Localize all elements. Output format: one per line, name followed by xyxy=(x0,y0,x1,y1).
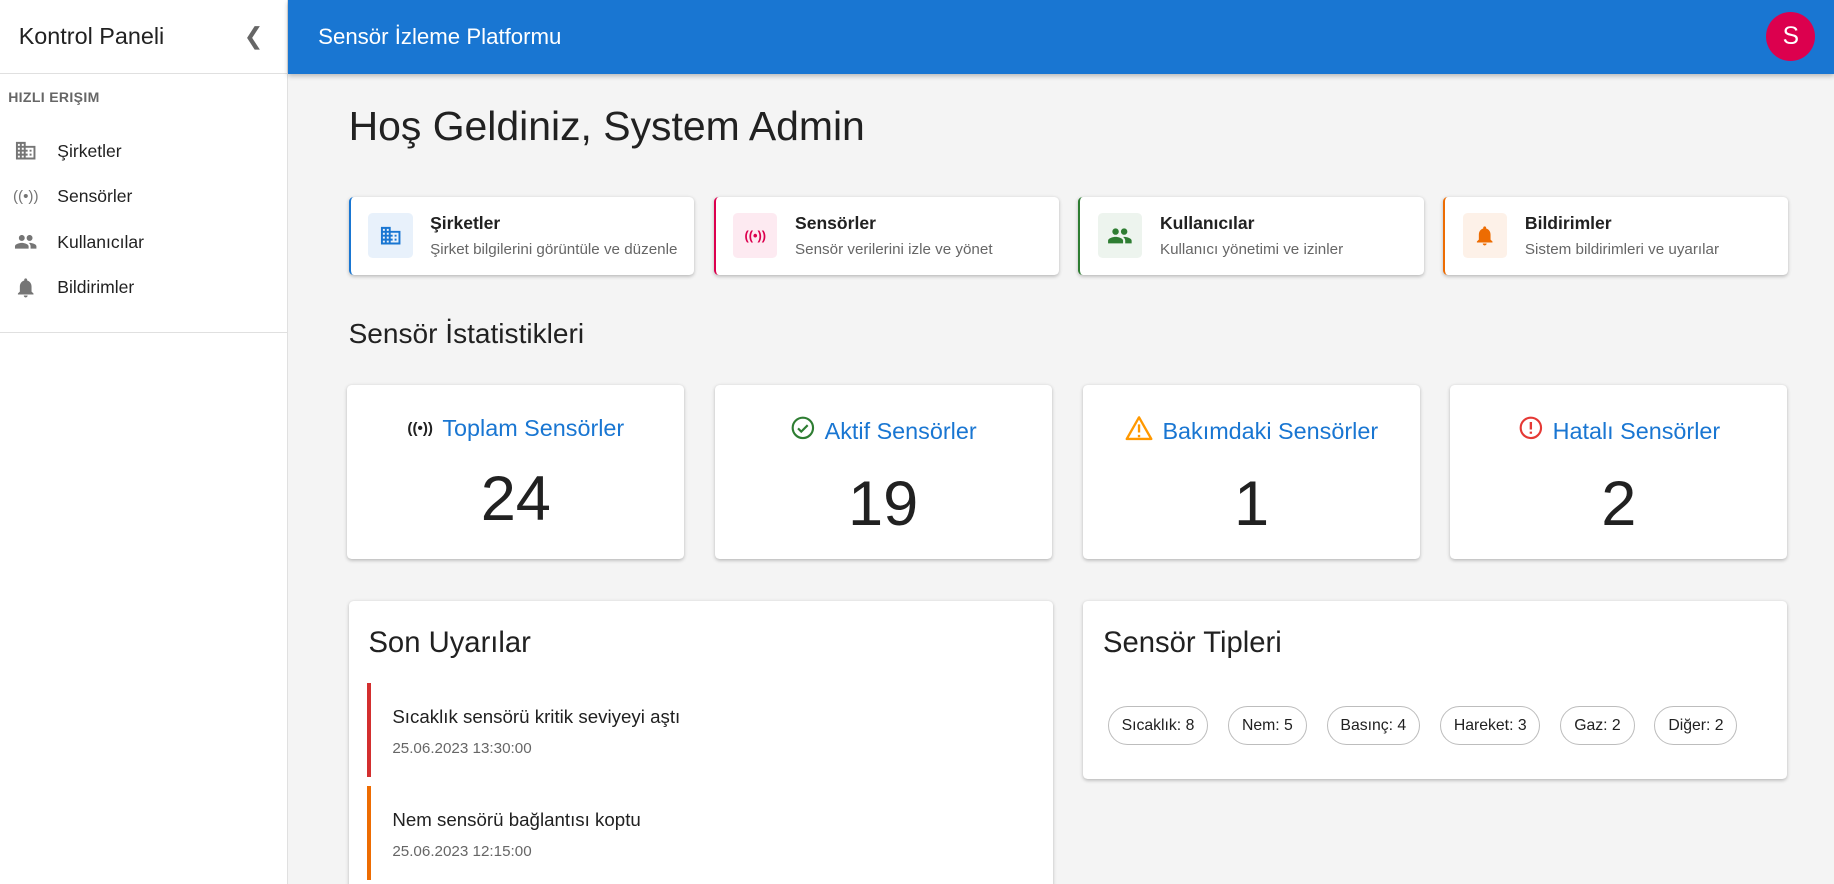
sidebar-item-companies[interactable]: Şirketler xyxy=(0,128,287,174)
sidebar: Kontrol Paneli ❮ HIZLI ERIŞIM Şirketler … xyxy=(0,0,288,884)
warning-icon xyxy=(1125,415,1153,447)
alert-text: Nem sensörü bağlantısı koptu xyxy=(392,809,641,831)
check-circle-icon xyxy=(790,415,816,447)
alert-item[interactable]: Sıcaklık sensörü kritik seviyeyi aştı 25… xyxy=(367,683,1022,777)
building-icon xyxy=(368,213,413,258)
quick-card-companies[interactable]: Şirketler Şirket bilgilerini görüntüle ve… xyxy=(348,196,694,275)
sidebar-header: Kontrol Paneli ❮ xyxy=(0,0,287,74)
alert-date: 25.06.2023 13:30:00 xyxy=(392,740,532,758)
recent-alerts-card: Son Uyarılar Sıcaklık sensörü kritik sev… xyxy=(348,601,1053,884)
chevron-left-icon[interactable]: ❮ xyxy=(244,22,264,50)
chip-humidity[interactable]: Nem: 5 xyxy=(1228,706,1307,746)
quick-card-title: Bildirimler xyxy=(1524,213,1612,234)
app-bar: Sensör İzleme Platformu S xyxy=(287,0,1834,74)
error-icon xyxy=(1518,415,1544,447)
sidebar-item-users[interactable]: Kullanıcılar xyxy=(0,220,287,266)
stat-card-total: ((•)) Toplam Sensörler 24 xyxy=(347,384,685,560)
sensor-type-chips: Sıcaklık: 8 Nem: 5 Basınç: 4 Hareket: 3 … xyxy=(1107,706,1738,746)
sidebar-item-label: Kullanıcılar xyxy=(57,231,145,252)
people-icon xyxy=(14,229,37,255)
chip-gas[interactable]: Gaz: 2 xyxy=(1560,706,1635,746)
sidebar-item-notifications[interactable]: Bildirimler xyxy=(0,265,287,311)
stat-label: Toplam Sensörler xyxy=(442,415,625,442)
sidebar-item-label: Şirketler xyxy=(57,140,122,161)
building-icon xyxy=(14,139,37,162)
sidebar-item-label: Bildirimler xyxy=(57,277,135,298)
quick-card-desc: Kullanıcı yönetimi ve izinler xyxy=(1159,241,1344,259)
stat-card-faulty: Hatalı Sensörler 2 xyxy=(1450,384,1788,560)
quick-card-notifications[interactable]: Bildirimler Sistem bildirimleri ve uyarıl… xyxy=(1443,196,1789,275)
bell-icon xyxy=(1462,213,1508,258)
sidebar-item-sensors[interactable]: ((•)) Sensörler xyxy=(0,174,287,220)
alert-text: Sıcaklık sensörü kritik seviyeyi aştı xyxy=(392,706,681,728)
quick-card-users[interactable]: Kullanıcılar Kullanıcı yönetimi ve izinle… xyxy=(1078,196,1424,275)
stat-value: 24 xyxy=(480,464,551,535)
sidebar-title: Kontrol Paneli xyxy=(18,22,165,49)
quick-card-desc: Sistem bildirimleri ve uyarılar xyxy=(1524,241,1720,259)
stat-label: Aktif Sensörler xyxy=(824,417,977,444)
stat-card-active: Aktif Sensörler 19 xyxy=(714,384,1052,560)
app-title: Sensör İzleme Platformu xyxy=(318,23,562,49)
chip-motion[interactable]: Hareket: 3 xyxy=(1439,706,1541,746)
quick-card-desc: Sensör verilerini izle ve yönet xyxy=(795,241,993,259)
sensor-icon: ((•)) xyxy=(12,188,39,206)
quick-card-title: Şirketler xyxy=(430,213,501,234)
sensor-types-card: Sensör Tipleri Sıcaklık: 8 Nem: 5 Basınç… xyxy=(1083,601,1788,779)
stats-heading: Sensör İstatistikleri xyxy=(348,318,585,350)
sidebar-list: Şirketler ((•)) Sensörler Kullanıcılar B… xyxy=(0,105,287,333)
quick-card-title: Kullanıcılar xyxy=(1159,213,1255,234)
stat-value: 1 xyxy=(1234,469,1270,539)
bell-icon xyxy=(14,276,37,299)
welcome-heading: Hoş Geldiniz, System Admin xyxy=(348,102,865,149)
quick-card-desc: Şirket bilgilerini görüntüle ve düzenle xyxy=(430,241,678,259)
recent-alerts-title: Son Uyarılar xyxy=(368,626,531,659)
alert-date: 25.06.2023 12:15:00 xyxy=(392,843,532,861)
sensor-types-title: Sensör Tipleri xyxy=(1103,626,1282,659)
app-root: Kontrol Paneli ❮ HIZLI ERIŞIM Şirketler … xyxy=(0,0,1834,884)
alert-item[interactable]: Nem sensörü bağlantısı koptu 25.06.2023 … xyxy=(367,786,1022,880)
stat-label: Hatalı Sensörler xyxy=(1552,417,1721,444)
user-avatar[interactable]: S xyxy=(1766,12,1816,62)
stat-label: Bakımdaki Sensörler xyxy=(1162,417,1379,444)
quick-card-title: Sensörler xyxy=(795,213,876,234)
stat-card-maintenance: Bakımdaki Sensörler 1 xyxy=(1083,384,1420,560)
sensor-icon: ((•)) xyxy=(733,213,778,258)
chip-other[interactable]: Diğer: 2 xyxy=(1654,706,1738,746)
people-icon xyxy=(1097,213,1143,258)
sensor-icon: ((•)) xyxy=(407,420,433,438)
sidebar-item-label: Sensörler xyxy=(57,186,133,207)
quick-card-sensors[interactable]: ((•)) Sensörler Sensör verilerini izle ve… xyxy=(713,196,1059,275)
chip-pressure[interactable]: Basınç: 4 xyxy=(1326,706,1421,746)
stat-value: 19 xyxy=(847,469,919,539)
sidebar-section-label: HIZLI ERIŞIM xyxy=(8,88,100,105)
stat-value: 2 xyxy=(1601,469,1637,539)
chip-temperature[interactable]: Sıcaklık: 8 xyxy=(1107,706,1209,746)
